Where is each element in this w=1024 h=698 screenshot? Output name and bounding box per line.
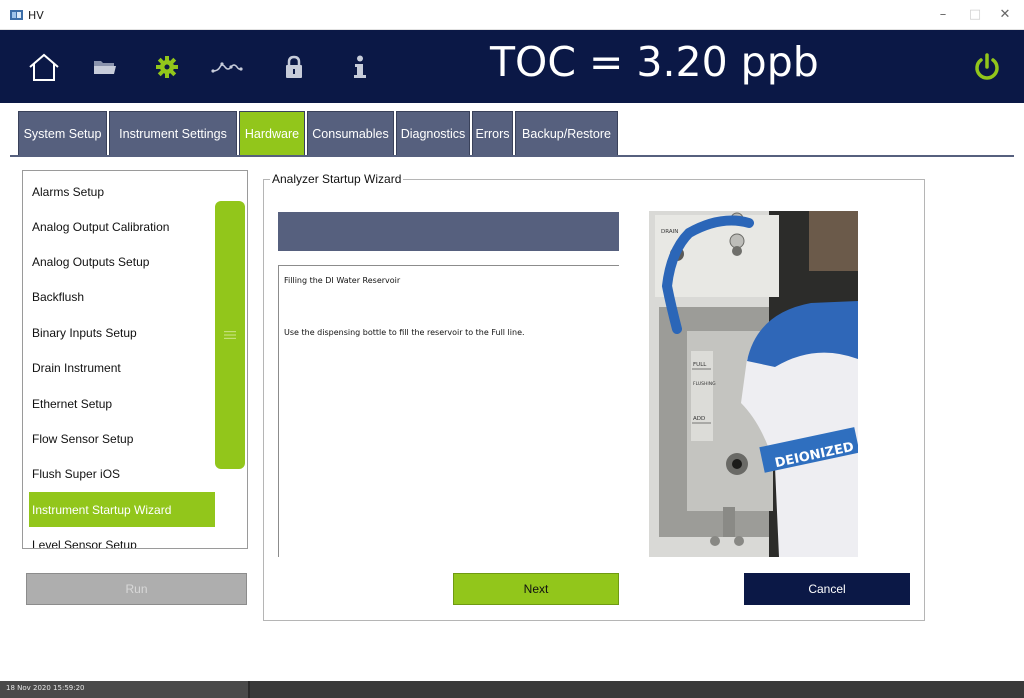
wizard-step-title: Filling the DI Water Reservoir [284,276,401,285]
tab-errors[interactable]: Errors [472,111,513,156]
power-icon [975,52,999,80]
trend-icon [211,61,243,73]
tab-backup-restore[interactable]: Backup/Restore [515,111,618,156]
list-item-analog-output-calibration[interactable]: Analog Output Calibration [29,209,215,244]
info-icon [354,55,366,78]
tab-underline [10,155,1014,157]
maximize-button[interactable]: □ [960,6,990,24]
cancel-button[interactable]: Cancel [744,573,910,605]
list-item-drain-instrument[interactable]: Drain Instrument [29,350,215,385]
hardware-menu-list[interactable]: Alarms Setup Analog Output Calibration A… [22,170,248,549]
list-item-instrument-startup-wizard[interactable]: Instrument Startup Wizard [29,492,215,527]
list-item-alarms-setup[interactable]: Alarms Setup [29,174,215,209]
app-icon [10,10,23,20]
add-line-label: ADD [693,416,705,422]
window-titlebar: HV – □ ✕ [0,0,1024,30]
app-window: HV – □ ✕ TOC = 3.20 ppb System Setup Ins… [0,0,1024,698]
folder-icon [94,60,116,74]
flushing-label: FLUSHING [693,381,716,387]
lock-icon [286,55,302,78]
app-header: TOC = 3.20 ppb [0,30,1024,103]
full-line-label: FULL [693,362,707,368]
reservoir-photo: DEIONIZED DRAIN FULL FLUSHING ADD [649,211,858,557]
home-icon [29,53,59,81]
list-item-ethernet-setup[interactable]: Ethernet Setup [29,386,215,421]
drain-port-label: DRAIN [661,229,678,235]
list-scrollbar-thumb[interactable] [215,201,245,469]
grip-icon [224,331,236,339]
trend-button[interactable] [209,30,245,103]
wizard-step-header [278,212,619,251]
next-button[interactable]: Next [453,573,619,605]
info-button[interactable] [350,30,370,103]
toc-reading: TOC = 3.20 ppb [490,38,819,86]
home-button[interactable] [24,30,64,103]
wizard-instruction-text: Use the dispensing bottle to fill the re… [284,328,525,337]
window-title: HV [28,9,44,22]
wizard-instructions-box: Filling the DI Water Reservoir Use the d… [278,265,619,557]
list-item-backflush[interactable]: Backflush [29,279,215,314]
power-button[interactable] [970,30,1004,103]
list-item-flush-super-ios[interactable]: Flush Super iOS [29,456,215,491]
tab-bar: System Setup Instrument Settings Hardwar… [18,111,620,156]
minimize-button[interactable]: – [928,6,958,24]
tab-hardware[interactable]: Hardware [239,111,305,156]
list-item-level-sensor-setup[interactable]: Level Sensor Setup [29,527,215,549]
close-button[interactable]: ✕ [990,6,1020,24]
folder-button[interactable] [90,30,120,103]
run-button[interactable]: Run [26,573,247,605]
status-timestamp: 18 Nov 2020 15:59:20 [6,684,85,692]
status-time-panel: 18 Nov 2020 15:59:20 [0,681,250,698]
lock-button[interactable] [283,30,305,103]
list-item-binary-inputs-setup[interactable]: Binary Inputs Setup [29,315,215,350]
reservoir-photo-illustration: DEIONIZED DRAIN FULL FLUSHING ADD [649,211,858,557]
wizard-title: Analyzer Startup Wizard [270,172,404,186]
tab-instrument-settings[interactable]: Instrument Settings [109,111,237,156]
tab-consumables[interactable]: Consumables [307,111,394,156]
tab-diagnostics[interactable]: Diagnostics [396,111,470,156]
tab-system-setup[interactable]: System Setup [18,111,107,156]
list-item-flow-sensor-setup[interactable]: Flow Sensor Setup [29,421,215,456]
list-item-analog-outputs-setup[interactable]: Analog Outputs Setup [29,244,215,279]
settings-button[interactable] [152,30,182,103]
gear-icon [156,55,178,78]
status-bar: 18 Nov 2020 15:59:20 [0,681,1024,698]
